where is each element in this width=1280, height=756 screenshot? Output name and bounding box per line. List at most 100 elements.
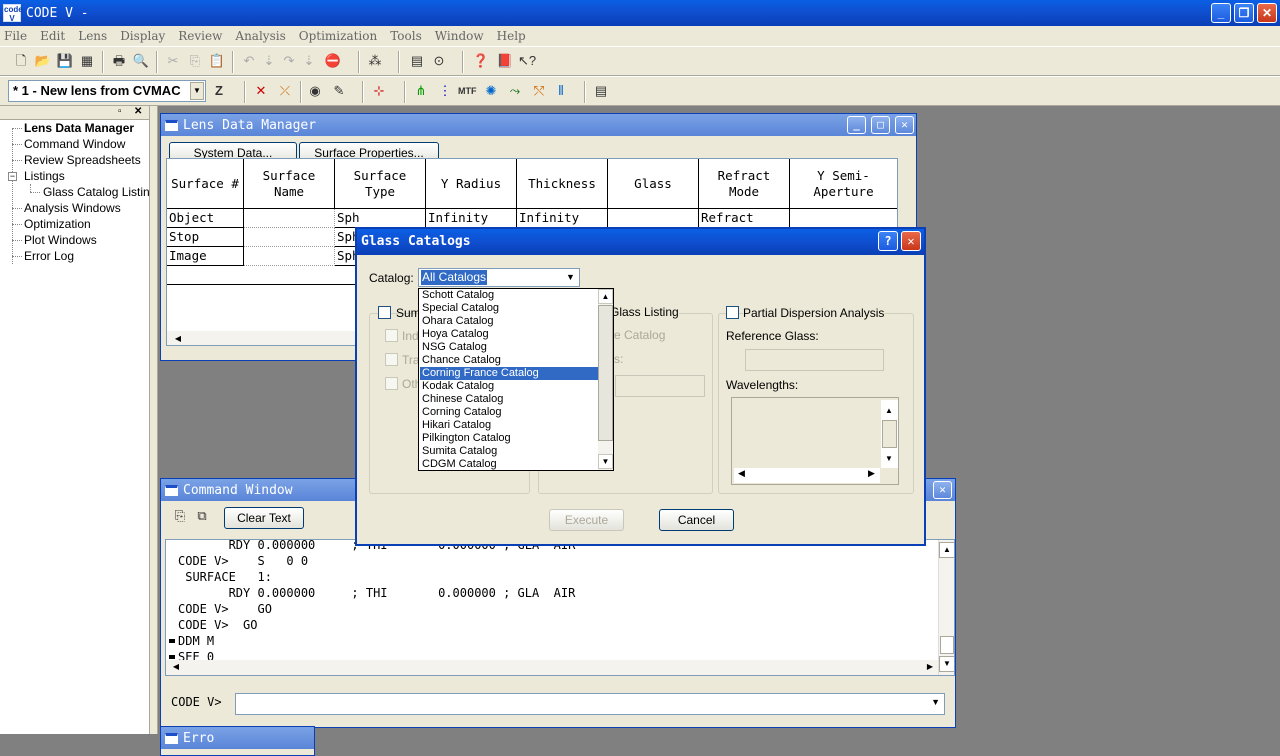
catalog-option[interactable]: Pilkington Catalog bbox=[420, 432, 598, 445]
listing-icon[interactable]: ▤ bbox=[592, 82, 610, 100]
summary-checkbox[interactable] bbox=[378, 306, 391, 319]
menu-window[interactable]: Window bbox=[435, 29, 484, 43]
collapse-marker-icon[interactable] bbox=[169, 655, 175, 659]
catalog-option[interactable]: Hoya Catalog bbox=[420, 328, 598, 341]
manual-icon[interactable]: 📕 bbox=[496, 52, 514, 70]
scroll-up-icon[interactable]: ▲ bbox=[939, 542, 954, 558]
clear-text-button[interactable]: Clear Text bbox=[224, 507, 304, 529]
macro-icon[interactable]: ⁂ bbox=[366, 52, 384, 70]
context-help-icon[interactable]: ↖? bbox=[518, 52, 536, 70]
collapse-marker-icon[interactable] bbox=[169, 639, 175, 643]
catalog-option[interactable]: Schott Catalog bbox=[420, 289, 598, 302]
scroll-down-icon[interactable]: ▼ bbox=[598, 454, 613, 469]
stop-icon[interactable]: ⛔ bbox=[324, 52, 342, 70]
col-header-y-radius[interactable]: Y Radius bbox=[426, 159, 517, 209]
tree-optimization[interactable]: Optimization bbox=[24, 217, 91, 231]
scroll-left-icon[interactable]: ◀ bbox=[171, 332, 185, 345]
ldm-horizontal-scrollbar[interactable]: ◀ bbox=[167, 331, 367, 345]
help-book-icon[interactable]: ❓ bbox=[472, 52, 490, 70]
image-icon[interactable]: ▦ bbox=[78, 52, 96, 70]
catalog-option[interactable]: Corning Catalog bbox=[420, 406, 598, 419]
redo-dropdown-icon[interactable]: ⇣ bbox=[300, 52, 318, 70]
print-icon[interactable]: 🖶 bbox=[110, 52, 128, 70]
cmd-horizontal-scrollbar[interactable]: ◀ ▶ bbox=[166, 660, 938, 675]
col-header-thickness[interactable]: Thickness bbox=[517, 159, 608, 209]
menu-analysis[interactable]: Analysis bbox=[235, 29, 285, 43]
wavelengths-list[interactable]: ▲ ▼ ◀ ▶ bbox=[731, 397, 899, 485]
catalog-list-scrollbar[interactable]: ▲ ▼ bbox=[598, 289, 613, 470]
cell-glass[interactable] bbox=[608, 209, 699, 228]
reference-glass-input[interactable] bbox=[745, 349, 884, 371]
paste-icon[interactable]: 📋 bbox=[208, 52, 226, 70]
ray-aim-icon[interactable]: ⊹ bbox=[370, 82, 388, 100]
cell-surface-type[interactable]: Sph bbox=[335, 209, 426, 228]
distortion-icon[interactable]: ⤲ bbox=[530, 82, 548, 100]
execute-button[interactable]: Execute bbox=[549, 509, 624, 531]
cell-y-radius[interactable]: Infinity bbox=[426, 209, 517, 228]
ray-fan-icon[interactable]: ⋔ bbox=[412, 82, 430, 100]
menu-lens[interactable]: Lens bbox=[78, 29, 107, 43]
chevron-down-icon[interactable]: ▼ bbox=[190, 82, 204, 100]
col-header-y-semi-aperture[interactable]: Y Semi-Aperture bbox=[790, 159, 897, 209]
cell-surface-name[interactable] bbox=[244, 209, 335, 228]
close-icon[interactable]: ✕ bbox=[895, 116, 914, 134]
catalog-option-selected[interactable]: Corning France Catalog bbox=[420, 367, 598, 380]
menu-edit[interactable]: Edit bbox=[40, 29, 65, 43]
menu-help[interactable]: Help bbox=[497, 29, 526, 43]
copy-output-icon[interactable]: ⎘ bbox=[171, 507, 189, 525]
catalog-option[interactable]: Kodak Catalog bbox=[420, 380, 598, 393]
cell-surface-name[interactable] bbox=[244, 228, 335, 247]
mtf-icon[interactable]: MTF bbox=[458, 82, 477, 100]
transmission-checkbox[interactable] bbox=[385, 353, 398, 366]
cmd-vertical-scrollbar[interactable]: ▲ ▼ bbox=[938, 540, 954, 675]
scroll-up-icon[interactable]: ▲ bbox=[598, 289, 613, 304]
close-icon[interactable]: ✕ bbox=[901, 231, 921, 251]
minimize-icon[interactable]: _ bbox=[1211, 3, 1231, 23]
scroll-left-icon[interactable]: ◀ bbox=[738, 468, 745, 479]
undo-icon[interactable]: ↶ bbox=[240, 52, 258, 70]
close-icon[interactable]: ✕ bbox=[1257, 3, 1277, 23]
other-checkbox[interactable] bbox=[385, 377, 398, 390]
catalog-option[interactable]: Sumita Catalog bbox=[420, 445, 598, 458]
tree-review-spreadsheets[interactable]: Review Spreadsheets bbox=[24, 153, 141, 167]
col-header-refract-mode[interactable]: Refract Mode bbox=[699, 159, 790, 209]
scroll-down-icon[interactable]: ▼ bbox=[939, 656, 954, 672]
error-log-title-bar[interactable]: Erro bbox=[161, 727, 314, 749]
menu-display[interactable]: Display bbox=[120, 29, 165, 43]
ldm-title-bar[interactable]: Lens Data Manager _ □ ✕ bbox=[161, 114, 916, 136]
cell-refract-mode[interactable]: Refract bbox=[699, 209, 790, 228]
scroll-right-icon[interactable]: ▶ bbox=[922, 660, 938, 675]
catalog-option[interactable]: NSG Catalog bbox=[420, 341, 598, 354]
glass-name-input[interactable] bbox=[615, 375, 705, 397]
view-icon[interactable]: ⤫ bbox=[276, 82, 294, 100]
new-file-icon[interactable]: 🗋 bbox=[12, 52, 30, 70]
wavelengths-horizontal-scrollbar[interactable]: ◀ ▶ bbox=[734, 468, 880, 483]
catalog-option[interactable]: Chinese Catalog bbox=[420, 393, 598, 406]
help-icon[interactable]: ? bbox=[878, 231, 898, 251]
catalog-option[interactable]: Special Catalog bbox=[420, 302, 598, 315]
redo-icon[interactable]: ↷ bbox=[280, 52, 298, 70]
index-checkbox[interactable] bbox=[385, 329, 398, 342]
surface-plot-icon[interactable]: ⦀ bbox=[552, 82, 570, 100]
panel-splitter[interactable] bbox=[150, 106, 158, 734]
layout-icon[interactable]: ✕ bbox=[252, 82, 270, 100]
panel-close-icon[interactable]: ✕ bbox=[134, 106, 142, 118]
menu-optimization[interactable]: Optimization bbox=[299, 29, 378, 43]
save-icon[interactable]: 💾 bbox=[56, 52, 74, 70]
col-header-surface-type[interactable]: Surface Type bbox=[335, 159, 426, 209]
col-header-surface-num[interactable]: Surface # bbox=[167, 159, 244, 209]
panel-options-icon[interactable]: ▫ bbox=[118, 106, 122, 118]
tree-plot-windows[interactable]: Plot Windows bbox=[24, 233, 97, 247]
paste-output-icon[interactable]: ⧉ bbox=[193, 507, 211, 525]
print-preview-icon[interactable]: 🔍 bbox=[132, 52, 150, 70]
copy-icon[interactable]: ⎘ bbox=[186, 52, 204, 70]
catalog-option[interactable]: Chance Catalog bbox=[420, 354, 598, 367]
chevron-down-icon[interactable]: ▼ bbox=[563, 270, 578, 285]
command-output[interactable]: RDY 0.000000 ; THI 0.000000 ; GLA AIR CO… bbox=[165, 539, 955, 676]
scroll-up-icon[interactable]: ▲ bbox=[881, 404, 897, 420]
scan-icon[interactable]: ◉ bbox=[306, 82, 324, 100]
menu-file[interactable]: File bbox=[4, 29, 27, 43]
draw-icon[interactable]: ✎ bbox=[330, 82, 348, 100]
row-surface-object[interactable]: Object bbox=[167, 209, 244, 228]
psf-icon[interactable]: ✺ bbox=[482, 82, 500, 100]
